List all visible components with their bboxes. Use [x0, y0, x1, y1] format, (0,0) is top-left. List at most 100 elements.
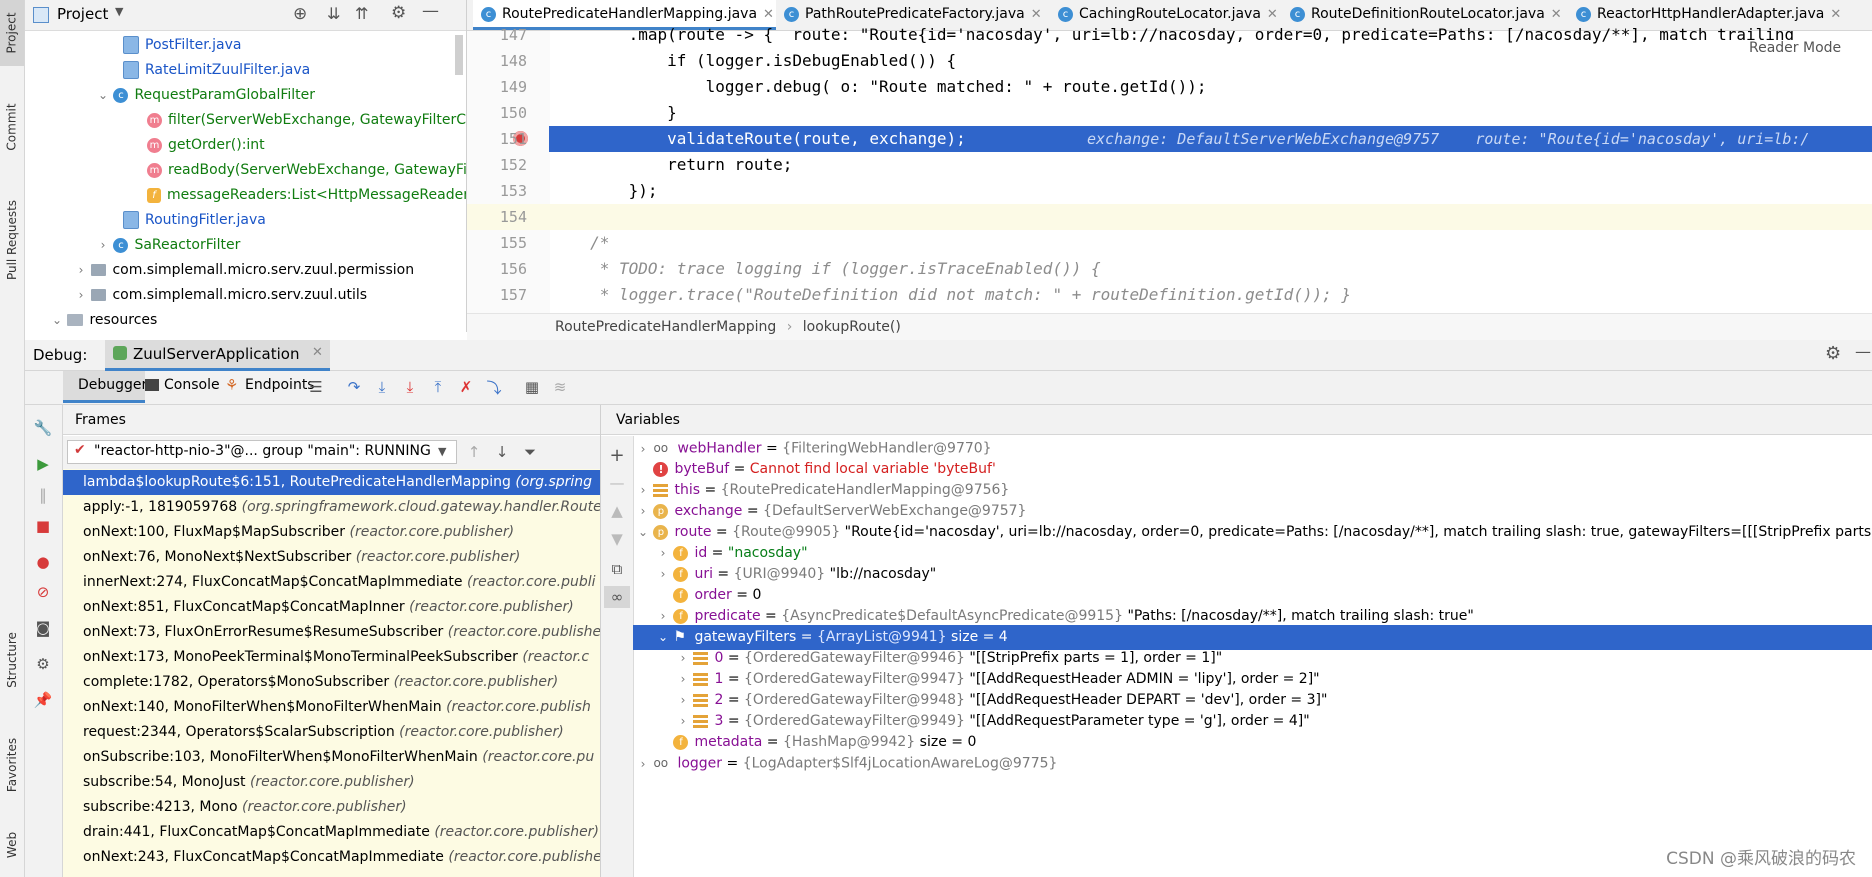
settings-icon[interactable]: ⚙: [32, 653, 54, 675]
tab-console[interactable]: Console: [143, 371, 233, 403]
tree-item-routingfitler[interactable]: RoutingFitler.java: [123, 208, 266, 233]
mute-breakpoints-icon[interactable]: ⊘: [32, 581, 54, 603]
modify-run-icon[interactable]: 🔧: [32, 417, 54, 439]
step-into-icon[interactable]: ⤓: [371, 376, 393, 398]
code-line-149[interactable]: logger.debug( o: "Route matched: " + rou…: [513, 74, 1207, 100]
view-breakpoints-icon[interactable]: ●: [32, 551, 54, 573]
frame-row[interactable]: subscribe:54, MonoJust (reactor.core.pub…: [63, 770, 600, 795]
gear-icon[interactable]: ⚙: [1825, 343, 1841, 364]
pin-icon[interactable]: 📌: [32, 689, 54, 711]
tree-item-method-filter[interactable]: m filter(ServerWebExchange, GatewayFilter…: [147, 108, 466, 133]
chevron-right-icon[interactable]: ›: [637, 752, 649, 777]
thread-select[interactable]: ✔ "reactor-http-nio-3"@... group "main":…: [67, 440, 457, 464]
close-icon[interactable]: ✕: [1267, 7, 1278, 22]
arrow-up-icon[interactable]: ↑: [463, 441, 485, 463]
step-over-icon[interactable]: ↷: [343, 376, 365, 398]
step-out-icon[interactable]: ⤒: [427, 376, 449, 398]
hide-icon[interactable]: —: [1855, 342, 1871, 361]
close-icon[interactable]: ✕: [763, 7, 774, 22]
project-title[interactable]: Project: [57, 5, 108, 23]
tree-item-requestparam[interactable]: ⌄ c RequestParamGlobalFilter: [97, 83, 315, 108]
frame-row[interactable]: complete:1782, Operators$MonoSubscriber …: [63, 670, 600, 695]
frame-row[interactable]: onNext:140, MonoFilterWhen$MonoFilterWhe…: [63, 695, 600, 720]
code-line-157[interactable]: * logger.trace("RouteDefinition did not …: [513, 282, 1351, 308]
camera-icon[interactable]: ◙: [32, 617, 54, 639]
chevron-down-icon[interactable]: ⌄: [657, 625, 669, 650]
frame-row[interactable]: subscribe:4213, Mono (reactor.core.publi…: [63, 795, 600, 820]
menu-icon[interactable]: ☰: [305, 376, 327, 398]
tree-item-ratelimit[interactable]: RateLimitZuulFilter.java: [123, 58, 310, 83]
tool-tab-favorites[interactable]: Favorites: [0, 725, 24, 805]
tab-run-config[interactable]: ZuulServerApplication ✕: [105, 340, 330, 371]
chevron-down-icon[interactable]: ⌄: [637, 520, 649, 545]
frame-row[interactable]: onNext:100, FluxMap$MapSubscriber (react…: [63, 520, 600, 545]
tool-tab-project[interactable]: Project: [0, 0, 24, 66]
frame-row[interactable]: onNext:243, FluxConcatMap$ConcatMapImmed…: [63, 845, 600, 870]
tree-item-package-utils[interactable]: › com.simplemall.micro.serv.zuul.utils: [75, 283, 368, 308]
force-step-into-icon[interactable]: ⤓: [399, 376, 421, 398]
hide-icon[interactable]: —: [422, 1, 439, 21]
frame-row[interactable]: lambda$lookupRoute$6:151, RoutePredicate…: [63, 470, 600, 495]
reader-mode-button[interactable]: Reader Mode: [1745, 40, 1846, 56]
close-icon[interactable]: ✕: [1551, 7, 1562, 22]
collapse-all-icon[interactable]: ⇈: [355, 4, 368, 23]
frame-row[interactable]: drain:441, FluxConcatMap$ConcatMapImmedi…: [63, 820, 600, 845]
chevron-down-icon[interactable]: ▼: [115, 5, 123, 18]
chevron-right-icon[interactable]: ›: [75, 283, 87, 308]
evaluate-icon[interactable]: ▦: [521, 376, 543, 398]
scrollbar-thumb[interactable]: [455, 35, 463, 75]
tool-tab-commit[interactable]: Commit: [0, 92, 24, 162]
code-line-156[interactable]: * TODO: trace logging if (logger.isTrace…: [513, 256, 1101, 282]
trace-icon[interactable]: ≋: [549, 376, 571, 398]
move-down-icon[interactable]: ▼: [606, 528, 628, 550]
chevron-right-icon[interactable]: ›: [97, 233, 109, 258]
tree-item-method-readbody[interactable]: m readBody(ServerWebExchange, GatewayFilt…: [147, 158, 466, 183]
drop-frame-icon[interactable]: ✗: [455, 376, 477, 398]
expand-all-icon[interactable]: ⇊: [327, 4, 340, 23]
tree-item-postfilter[interactable]: PostFilter.java: [123, 33, 241, 58]
watches-icon[interactable]: ∞: [604, 586, 630, 608]
remove-watch-icon[interactable]: —: [606, 472, 628, 494]
code-line-153[interactable]: });: [513, 178, 658, 204]
tool-tab-web[interactable]: Web: [0, 820, 24, 870]
code-line-155[interactable]: /*: [513, 230, 609, 256]
locate-icon[interactable]: ⊕: [293, 4, 307, 24]
breadcrumb-method[interactable]: lookupRoute(): [803, 319, 901, 335]
frame-row[interactable]: onSubscribe:103, MonoFilterWhen$MonoFilt…: [63, 745, 600, 770]
breadcrumb-class[interactable]: RoutePredicateHandlerMapping: [555, 319, 776, 335]
resume-icon[interactable]: ▶: [32, 453, 54, 475]
code-line-150[interactable]: }: [513, 100, 677, 126]
tree-item-package-permission[interactable]: › com.simplemall.micro.serv.zuul.permiss…: [75, 258, 415, 283]
filter-icon[interactable]: ⏷: [519, 441, 541, 463]
close-icon[interactable]: ✕: [1031, 7, 1042, 22]
pause-icon[interactable]: ‖: [32, 484, 54, 506]
chevron-down-icon[interactable]: ⌄: [51, 308, 63, 332]
code-line-152[interactable]: return route;: [513, 152, 792, 178]
chevron-down-icon[interactable]: ⌄: [97, 83, 109, 108]
add-watch-icon[interactable]: +: [606, 444, 628, 466]
code-line-148[interactable]: if (logger.isDebugEnabled()) {: [513, 48, 956, 74]
tool-tab-structure[interactable]: Structure: [0, 620, 24, 700]
code-line-151[interactable]: validateRoute(route, exchange);: [513, 126, 966, 152]
frame-row[interactable]: request:2344, Operators$ScalarSubscripti…: [63, 720, 600, 745]
frame-row[interactable]: onNext:73, FluxOnErrorResume$ResumeSubsc…: [63, 620, 600, 645]
tool-tab-pull-requests[interactable]: Pull Requests: [0, 185, 24, 295]
tab-debugger[interactable]: Debugger: [63, 371, 147, 403]
tree-item-resources[interactable]: ⌄ resources: [51, 308, 157, 332]
arrow-down-icon[interactable]: ↓: [491, 441, 513, 463]
move-up-icon[interactable]: ▲: [606, 500, 628, 522]
frame-row[interactable]: apply:-1, 1819059768 (org.springframewor…: [63, 495, 600, 520]
stop-icon[interactable]: ■: [32, 515, 54, 537]
frame-row[interactable]: onNext:173, MonoPeekTerminal$MonoTermina…: [63, 645, 600, 670]
close-icon[interactable]: ✕: [1830, 7, 1841, 22]
gear-icon[interactable]: ⚙: [391, 3, 406, 23]
frame-row[interactable]: innerNext:274, FluxConcatMap$ConcatMapIm…: [63, 570, 600, 595]
chevron-right-icon[interactable]: ›: [75, 258, 87, 283]
frame-row[interactable]: onNext:851, FluxConcatMap$ConcatMapInner…: [63, 595, 600, 620]
close-icon[interactable]: ✕: [312, 345, 323, 360]
tree-item-method-getorder[interactable]: m getOrder():int: [147, 133, 265, 158]
copy-icon[interactable]: ⧉: [606, 558, 628, 580]
code-line-147[interactable]: .map(route -> { route: "Route{id='nacosd…: [513, 22, 1863, 48]
tree-item-sareactorfilter[interactable]: › c SaReactorFilter: [97, 233, 241, 258]
tree-item-field-messagereaders[interactable]: f messageReaders:List<HttpMessageReader<?: [147, 183, 466, 208]
